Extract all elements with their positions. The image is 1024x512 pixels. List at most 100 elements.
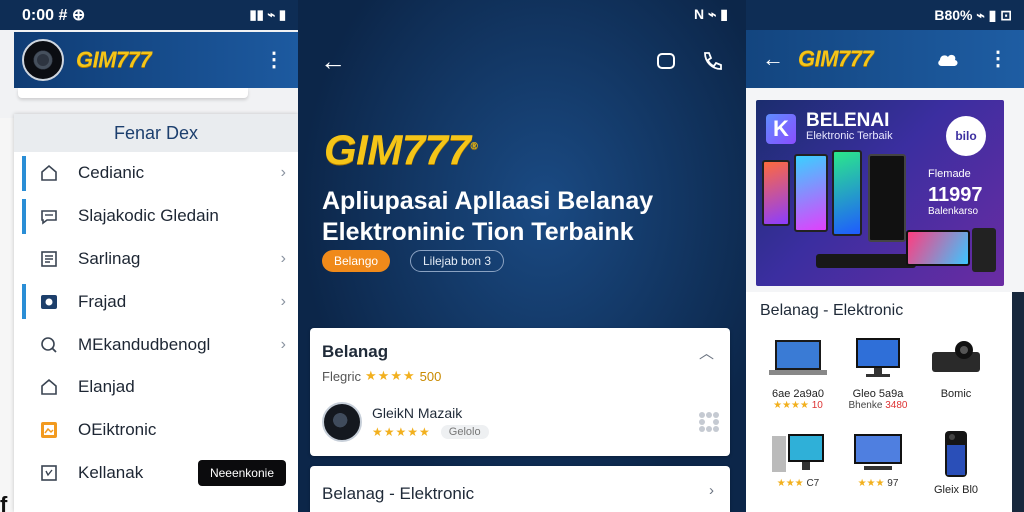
chevron-right-icon: ›	[280, 292, 286, 310]
rating-row: Flegric ★★★★ 500	[322, 368, 441, 384]
edge-text: f	[0, 492, 8, 512]
monitor-image	[840, 334, 916, 382]
chevron-right-icon: ›	[280, 164, 286, 182]
edge-strip	[1012, 292, 1024, 512]
share-icon[interactable]	[654, 49, 678, 73]
product-rating: ★★★ C7	[760, 478, 836, 489]
left-phone-screen: 0:00 # ⊕ ▮▮ ⌁ ▮ GIM777 ⋮ Fenar Dex Cedia…	[0, 0, 298, 512]
drawer-item-sarlinag[interactable]: Sarlinag ›	[14, 238, 298, 281]
drawer-item-label: Frajad	[78, 291, 127, 311]
product-price: C7	[806, 478, 820, 489]
promo-banner[interactable]: K BELENAI Elektronic Terbaik bilo Flemad…	[756, 100, 1004, 286]
monitor-image	[840, 430, 916, 478]
image-icon	[38, 291, 60, 313]
drawer-item-label: Slajakodic Gledain	[78, 206, 219, 226]
product-name: 6ae 2a9a0	[772, 388, 824, 400]
status-icons: B80% ⌁ ▮ ⊡	[934, 6, 1012, 23]
action-button[interactable]: Neeenkonie	[197, 459, 286, 486]
product-price: 3480	[885, 400, 908, 411]
search-field[interactable]	[18, 88, 248, 98]
card-title: Belanag	[322, 342, 389, 361]
rating-value: 500	[419, 368, 442, 384]
status-icons: ▮▮ ⌁ ▮	[249, 7, 286, 22]
rating-label: Flegric	[322, 368, 362, 384]
drawer-item-elanjad[interactable]: Elanjad	[14, 366, 298, 409]
product-row[interactable]: GleikN Mazaik ★★★★★ Gelolo	[322, 400, 722, 444]
product-tile[interactable]: Bomic	[918, 334, 994, 400]
drawer-item-oeiktronic[interactable]: OEiktronic	[14, 409, 298, 452]
more-menu-icon[interactable]: ⋮	[982, 49, 1014, 69]
banner-side-label: Flemade	[928, 168, 971, 180]
drawer-item-label: Elanjad	[78, 377, 135, 397]
back-arrow-icon[interactable]: ←	[762, 46, 784, 72]
product-tile[interactable]: ★★★ C7	[760, 430, 836, 489]
pc-image	[760, 430, 836, 478]
chevron-right-icon: ›	[280, 335, 286, 353]
speaker-illustration	[972, 228, 996, 272]
product-tile[interactable]: Gleo 5a9a Bhenke 3480	[840, 334, 916, 411]
product-info: GleikN Mazaik ★★★★★ Gelolo	[372, 405, 696, 439]
drawer-item-slajakodic[interactable]: Slajakodic Gledain	[14, 195, 298, 238]
product-name: Gleix Bl0	[933, 484, 979, 496]
tv-illustration	[906, 230, 970, 266]
product-section: Belanag - Elektronic 6ae 2a9a0 ★★★★ 10 G…	[746, 292, 1012, 512]
product-stars: ★★★	[776, 478, 804, 489]
projector-image	[918, 334, 994, 382]
app-bar: ← GIM777 ⋮	[746, 30, 1024, 88]
product-stars: ★★★★★	[372, 425, 431, 439]
more-menu-icon[interactable]: ⋮	[258, 50, 290, 70]
chevron-up-icon[interactable]: ︿	[699, 342, 714, 363]
drawer-item-mekandud[interactable]: MEkandudbenogl ›	[14, 323, 298, 366]
banner-subtitle: Elektronic Terbaik	[806, 130, 893, 142]
product-name: Gleo 5a9a	[852, 388, 904, 400]
drawer-item-label: Sarlinag	[78, 248, 141, 268]
brand-k-icon: K	[766, 114, 796, 144]
product-tile[interactable]: 6ae 2a9a0 ★★★★ 10	[760, 334, 836, 411]
drawer-item-kellanak[interactable]: Kellanak Neeenkonie	[14, 452, 298, 495]
product-thumbnail	[322, 402, 362, 442]
product-price: 10	[811, 400, 823, 411]
product-rating: ★★★ 97	[840, 478, 916, 489]
navigation-drawer: Fenar Dex Cedianic › Slajakodic Gledain …	[14, 114, 298, 512]
left-edge-strip	[0, 118, 14, 512]
app-bar: GIM777 ⋮	[14, 32, 298, 88]
primary-cta-button[interactable]: Belango	[322, 250, 391, 272]
home-icon	[38, 162, 60, 184]
section-title: Belanag - Elektronic	[760, 302, 904, 319]
phone-icon[interactable]	[700, 49, 724, 73]
product-badge: Gelolo	[440, 425, 489, 439]
banner-badge: bilo	[946, 116, 986, 156]
app-screenshot-collage: 0:00 # ⊕ ▮▮ ⌁ ▮ GIM777 ⋮ Fenar Dex Cedia…	[0, 0, 1024, 512]
drawer-item-cedianic[interactable]: Cedianic ›	[14, 152, 298, 195]
product-stars: ★★★★	[773, 400, 809, 411]
registered-mark: ®	[470, 141, 478, 152]
hero-title: Apliupasai Apllaasi Belanay Elektroninic…	[322, 187, 654, 246]
list-icon	[38, 248, 60, 270]
product-stars: ★★★	[857, 478, 885, 489]
drawer-item-label: OEiktronic	[78, 420, 157, 440]
hero-brand-text: GIM777	[324, 126, 471, 173]
product-stars: Bhenke	[848, 400, 883, 411]
drawer-item-frajad[interactable]: Frajad ›	[14, 280, 298, 323]
product-tile[interactable]: ★★★ 97	[840, 430, 916, 489]
chevron-right-icon: ›	[280, 249, 286, 267]
product-tile[interactable]: Gleix Bl0	[918, 430, 994, 496]
product-rating: ★★★★ 10	[760, 400, 836, 411]
banner-title: BELENAI	[806, 110, 890, 131]
product-card[interactable]: Belanag ︿ Flegric ★★★★ 500 GleikN Mazaik…	[310, 328, 730, 456]
drawer-item-label: MEkandudbenogl	[78, 334, 211, 354]
cloud-icon[interactable]	[936, 50, 960, 68]
image-icon	[38, 419, 60, 441]
center-phone-screen: N ⌁ ▮ ← GIM777® Apliupasai Apllaasi Bela…	[298, 0, 746, 512]
category-card[interactable]: Belanag - Elektronic ›	[310, 466, 730, 512]
product-name: Bomic	[940, 388, 972, 400]
app-logo-icon[interactable]	[22, 39, 64, 81]
phone-image	[918, 430, 994, 478]
grid-icon[interactable]	[696, 409, 722, 435]
card-title: Belanag - Elektronic	[322, 484, 475, 503]
search-icon	[38, 334, 60, 356]
drawer-item-label: Kellanak	[78, 462, 144, 482]
chevron-right-icon[interactable]: ›	[709, 482, 714, 499]
back-arrow-icon[interactable]: ←	[320, 46, 632, 77]
secondary-cta-button[interactable]: Lilejab bon 3	[410, 250, 505, 272]
